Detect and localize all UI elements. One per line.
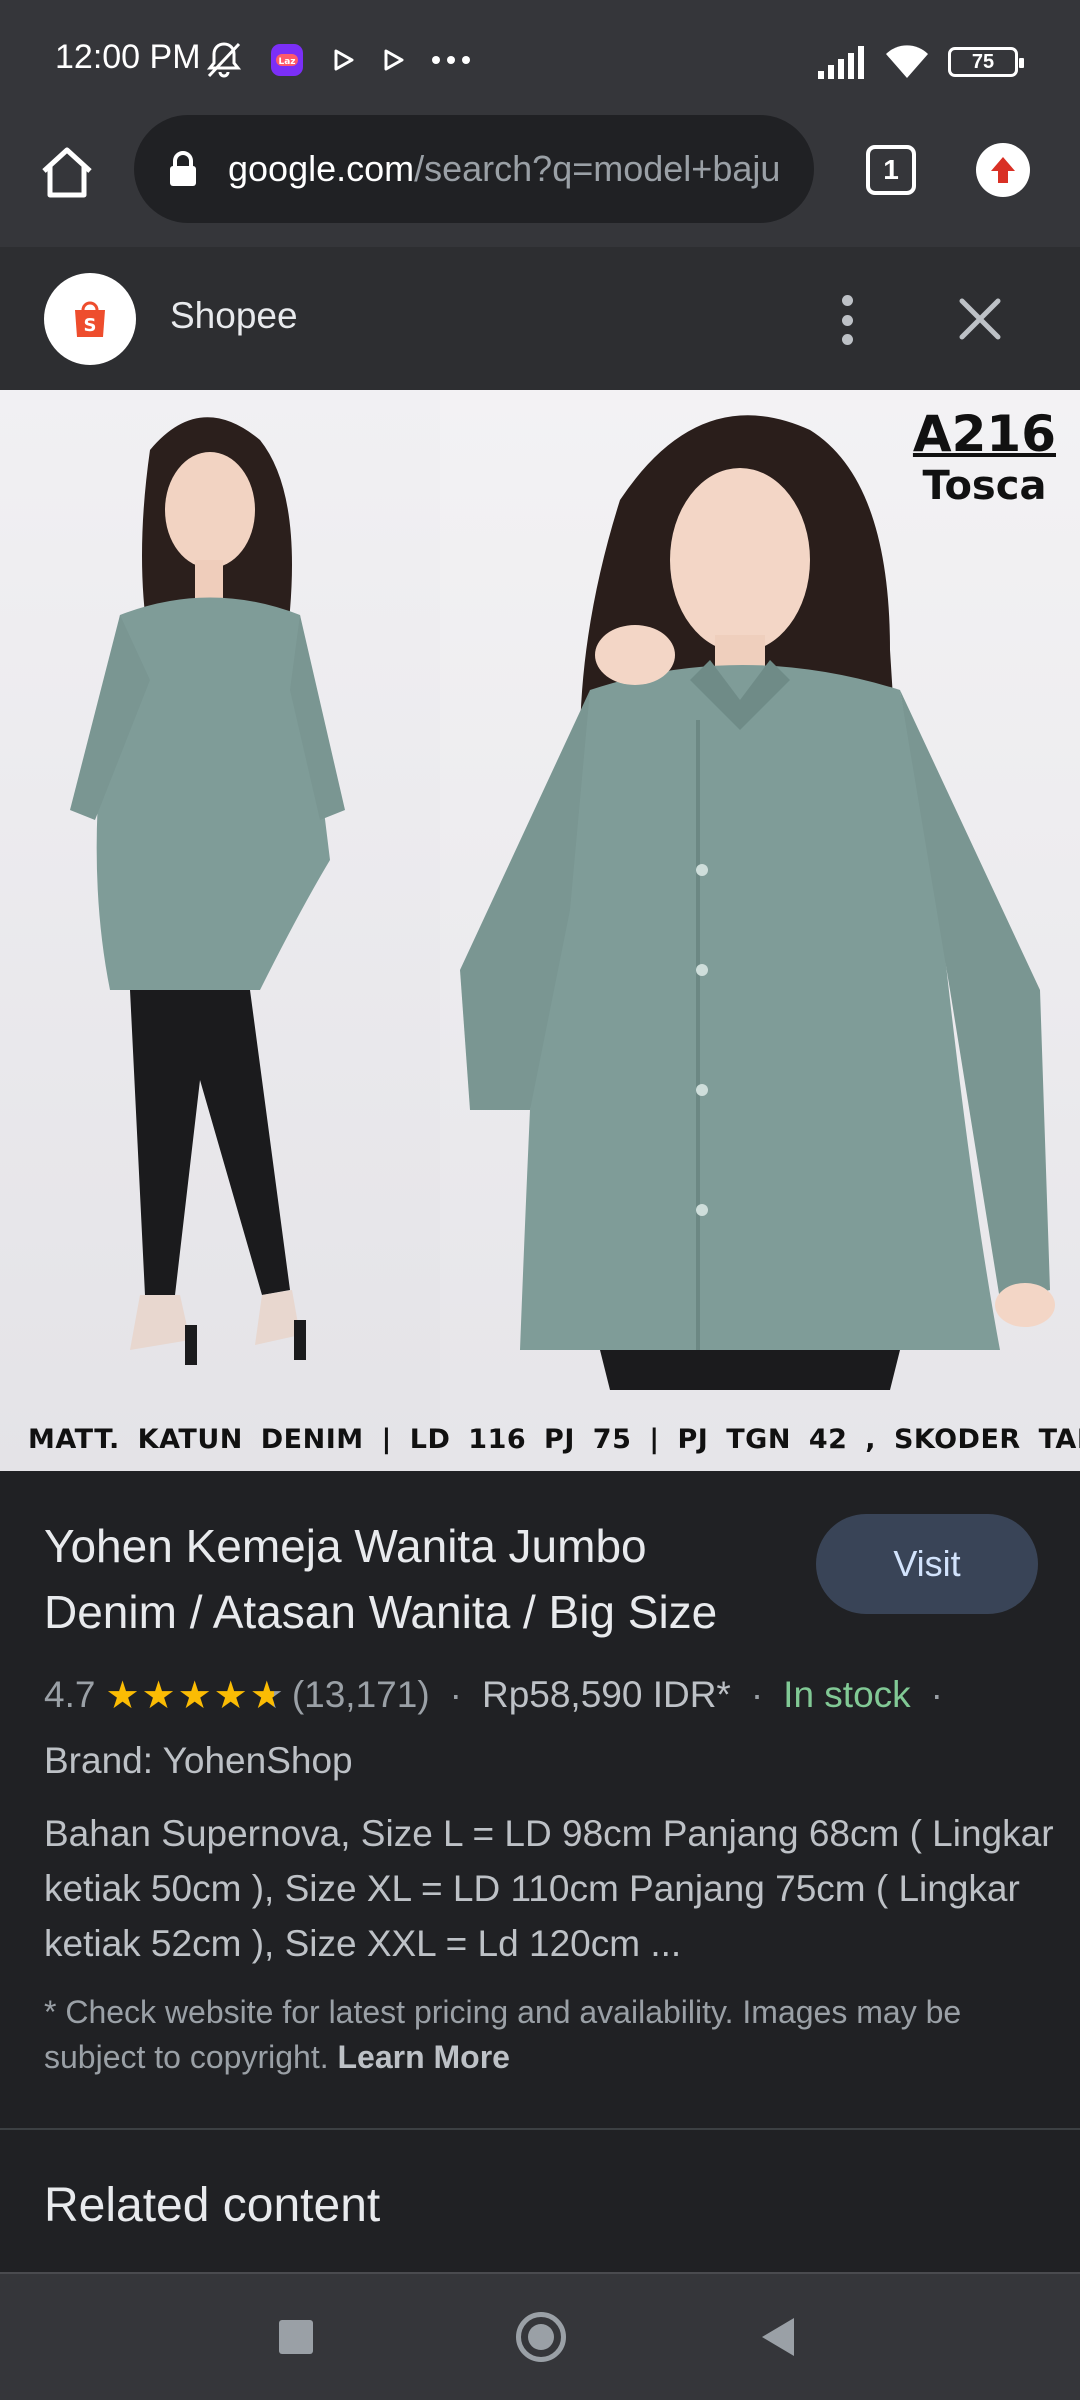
product-title[interactable]: Yohen Kemeja Wanita Jumbo Denim / Atasan… [44, 1513, 784, 1645]
battery-icon: 75 [948, 47, 1024, 77]
product-photo-full-body [0, 390, 440, 1471]
more-dots-icon [432, 56, 470, 64]
browser-toolbar: google.com/search?q=model+baju 1 [0, 115, 1080, 247]
image-caption: MATT. KATUN DENIM | LD 116 PJ 75 | PJ TG… [28, 1424, 1080, 1455]
separator-dot: · [930, 1674, 943, 1715]
url-text: google.com/search?q=model+baju [228, 148, 788, 190]
disclaimer: * Check website for latest pricing and a… [44, 1990, 1054, 2080]
home-icon [42, 147, 92, 198]
star-icon: ★ [177, 1674, 212, 1717]
url-path: /search?q=model+baju [414, 148, 781, 189]
play-icon [384, 49, 404, 71]
price: Rp58,590 IDR* [481, 1674, 731, 1715]
product-image[interactable]: A216 Tosca MATT. KATUN DENIM | LD 116 PJ… [0, 390, 1080, 1471]
brand: Brand: YohenShop [44, 1740, 353, 1781]
divider [0, 2128, 1080, 2130]
separator-dot: · [449, 1674, 462, 1715]
more-options-button[interactable] [826, 289, 868, 351]
product-description: Bahan Supernova, Size L = LD 98cm Panjan… [44, 1813, 1054, 1964]
star-icon: ★ [105, 1674, 140, 1717]
review-count: (13,171) [291, 1674, 430, 1715]
rating-stars: ★ ★ ★ ★ ★ [105, 1673, 285, 1718]
card-header: S Shopee [0, 247, 1080, 390]
tab-switcher-button[interactable]: 1 [866, 145, 916, 195]
shopee-logo-icon: S [44, 273, 136, 365]
home-button[interactable] [36, 141, 98, 203]
play-icon [334, 49, 354, 71]
separator-dot: · [750, 1674, 764, 1715]
half-star-icon: ★ [249, 1674, 284, 1717]
wifi-icon [886, 45, 928, 78]
source-name: Shopee [170, 295, 298, 336]
learn-more-link[interactable]: Learn More [337, 2039, 509, 2075]
product-color-name: Tosca [922, 463, 1047, 509]
visit-button[interactable]: Visit [816, 1514, 1038, 1614]
mute-bell-icon [206, 42, 242, 78]
address-bar[interactable]: google.com/search?q=model+baju [134, 115, 814, 223]
signal-icon [818, 46, 864, 79]
back-button[interactable] [762, 2318, 794, 2356]
dot-3 [841, 334, 853, 345]
status-time: 12:00 PM [55, 38, 201, 76]
rating-value: 4.7 [44, 1674, 96, 1715]
product-code: A216 [912, 405, 1056, 463]
svg-text:Laz: Laz [278, 57, 295, 67]
dot-2 [841, 314, 853, 326]
update-button[interactable] [976, 143, 1030, 197]
product-meta-row: 4.7 ★ ★ ★ ★ ★ (13,171) · Rp58,590 IDR* ·… [44, 1668, 963, 1722]
related-content-heading: Related content [44, 2179, 381, 2232]
notification-icons: Laz [205, 38, 471, 82]
lazada-notification-icon: Laz [271, 44, 303, 76]
lock-icon [170, 151, 196, 186]
star-icon: ★ [141, 1674, 176, 1717]
recents-button[interactable] [279, 2320, 313, 2354]
product-photo-closeup [440, 390, 1080, 1471]
close-icon[interactable] [952, 291, 1008, 347]
star-icon: ★ [213, 1674, 248, 1717]
home-nav-button[interactable] [516, 2312, 566, 2362]
product-code-label: A216 Tosca [913, 406, 1056, 510]
url-domain: google.com [228, 148, 415, 189]
system-icons: 75 [818, 42, 1024, 82]
update-arrow-icon [991, 157, 1015, 183]
dot-1 [841, 295, 853, 306]
status-bar: 12:00 PM Laz 75 [0, 0, 1080, 115]
svg-text:S: S [84, 315, 97, 336]
stock-status: In stock [783, 1674, 911, 1715]
system-navigation-bar [0, 2272, 1080, 2400]
